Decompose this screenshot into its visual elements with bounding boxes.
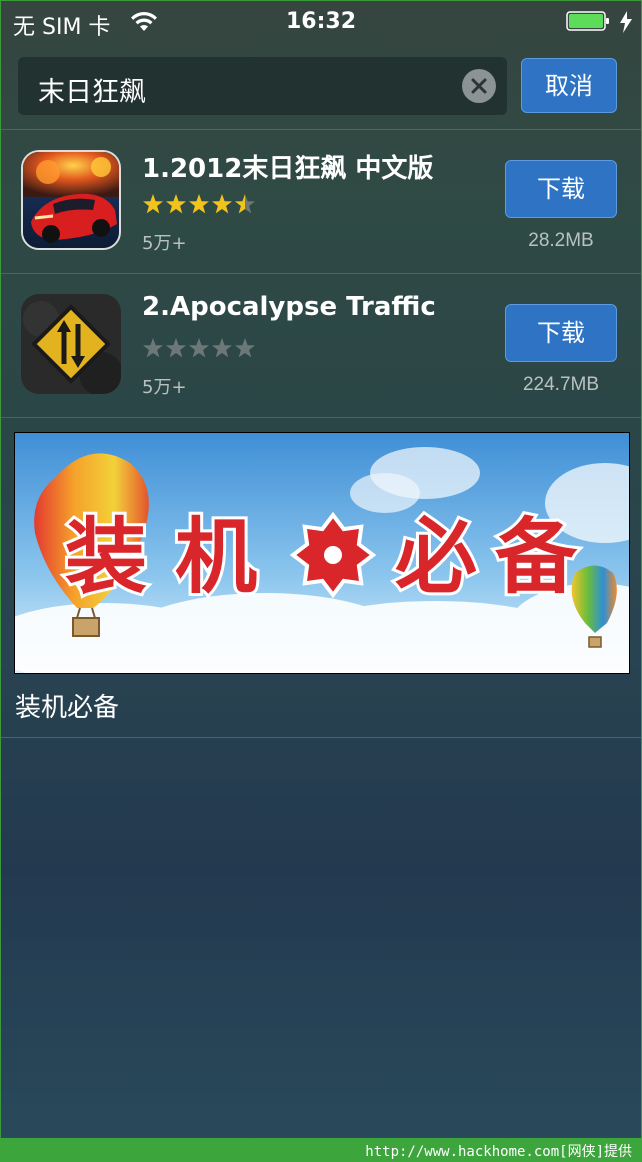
result-row-1[interactable]: 1.2012末日狂飙 中文版 5万+ 下载 28.2MB: [1, 130, 641, 274]
banner-char: 备: [495, 510, 578, 605]
star-icon: [189, 194, 209, 214]
download-button[interactable]: 下载: [505, 304, 617, 362]
rating-stars: [143, 194, 255, 214]
star-icon: [212, 194, 232, 214]
search-input[interactable]: 末日狂飙: [18, 57, 507, 115]
banner-char: 装: [65, 510, 147, 605]
banner-caption[interactable]: 装机必备: [15, 687, 119, 724]
half-star-icon: [235, 194, 255, 214]
battery-icon: [566, 11, 609, 31]
star-icon: [143, 194, 163, 214]
empty-star-icon: [235, 338, 255, 358]
download-count: 5万+: [142, 233, 187, 254]
search-query[interactable]: 末日狂飙: [38, 70, 146, 109]
empty-star-icon: [212, 338, 232, 358]
watermark-text: http://www.hackhome.com[网侠]提供: [365, 1144, 632, 1160]
download-button[interactable]: 下载: [505, 160, 617, 218]
clear-x-icon[interactable]: [462, 69, 496, 103]
rating-stars: [143, 338, 255, 358]
divider: [1, 737, 641, 738]
essentials-banner[interactable]: 装机 必备: [14, 432, 630, 674]
banner-char: 机: [175, 510, 257, 605]
two-way-traffic-sign-icon[interactable]: [21, 294, 121, 394]
search-bar: 末日狂飙 取消: [1, 43, 641, 130]
cancel-button[interactable]: 取消: [521, 58, 617, 113]
status-bar: 无 SIM 卡 16:32: [1, 1, 641, 43]
app-screen: 无 SIM 卡 16:32 末日狂飙 取消 1.2012末日狂飙 中文版 5万+…: [0, 0, 642, 1139]
download-count: 5万+: [142, 377, 187, 398]
app-title[interactable]: 1.2012末日狂飙 中文版: [142, 148, 433, 185]
watermark-bar: http://www.hackhome.com[网侠]提供: [0, 1138, 642, 1162]
clock: 16:32: [285, 9, 357, 34]
star-icon: [166, 194, 186, 214]
app-size: 28.2MB: [528, 230, 594, 251]
result-row-2[interactable]: 2.Apocalypse Traffic 5万+ 下载 224.7MB: [1, 274, 641, 418]
banner-char: 必: [395, 510, 477, 605]
app-title[interactable]: 2.Apocalypse Traffic: [142, 292, 436, 322]
empty-star-icon: [143, 338, 163, 358]
app-size: 224.7MB: [522, 374, 600, 395]
charging-bolt-icon: [620, 11, 632, 33]
empty-star-icon: [166, 338, 186, 358]
empty-star-icon: [189, 338, 209, 358]
gear-icon: [289, 511, 377, 599]
race-car-icon[interactable]: [21, 150, 121, 250]
